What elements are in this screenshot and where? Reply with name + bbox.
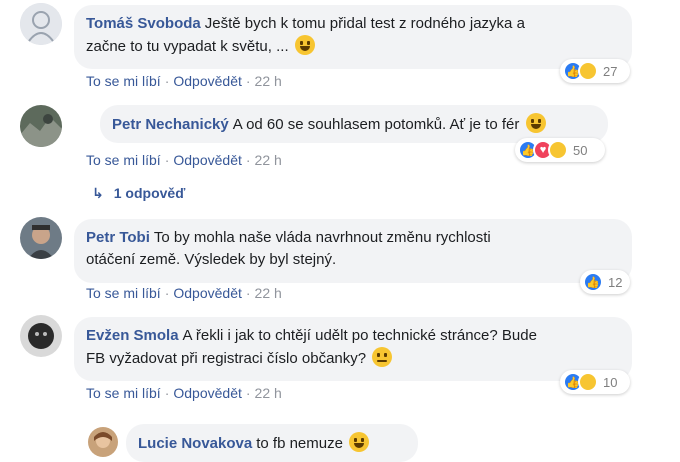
comment-text: A od 60 se souhlasem potomků. Ať je to f… [232,116,520,133]
separator-dot: · [245,73,251,89]
laughing-emoji-icon [349,432,370,452]
separator-dot: · [164,385,170,401]
reply-arrow-icon: ↳ [92,185,104,201]
view-replies-link[interactable]: ↳ 1 odpověď [92,185,185,202]
comment-petr-tobi: Petr Tobi To by mohla naše vláda navrhnou… [0,212,680,307]
reaction-summary[interactable]: 👍 ♥ 50 [515,138,605,162]
comment-text: FB vyžadovat při registraci číslo občank… [86,350,367,367]
comment-actions: To se mi líbí · Odpovědět · 22 h [86,385,282,401]
reply-link[interactable]: Odpovědět [173,285,242,301]
comment-text: to fb nemuze [256,435,343,452]
reaction-summary[interactable]: 👍 12 [580,270,630,294]
separator-dot: · [245,152,251,168]
reaction-summary[interactable]: 👍 10 [560,370,630,394]
separator-dot: · [164,285,170,301]
comment-tomas-svoboda: Tomáš Svoboda Ještě bych k tomu přidal te… [0,0,680,90]
haha-reaction-icon [578,61,598,81]
comment-text: začne to tu vypadat k světu, ... [86,38,289,55]
reply-link[interactable]: Odpovědět [173,73,242,89]
reaction-count: 10 [603,374,618,390]
comment-actions: To se mi líbí · Odpovědět · 22 h [86,152,282,168]
comment-text: A řekli i jak to chtějí udělt po technic… [182,327,537,344]
comment-bubble: Evžen Smola A řekli i jak to chtějí udělt… [74,317,632,381]
timestamp[interactable]: 22 h [255,385,282,401]
thinking-emoji-icon [372,347,393,367]
grinning-emoji-icon [525,113,546,133]
like-reaction-icon: 👍 [583,272,603,292]
like-link[interactable]: To se mi líbí [86,152,161,168]
like-link[interactable]: To se mi líbí [86,385,161,401]
author-name[interactable]: Lucie Novakova [138,435,252,452]
reaction-count: 12 [608,274,623,290]
separator-dot: · [164,73,170,89]
timestamp[interactable]: 22 h [255,285,282,301]
separator-dot: · [164,152,170,168]
author-name[interactable]: Evžen Smola [86,327,179,344]
separator-dot: · [245,285,251,301]
reply-link[interactable]: Odpovědět [173,152,242,168]
avatar[interactable] [20,105,62,147]
comment-text: To by mohla naše vláda navrhnout změnu r… [153,229,491,246]
comment-bubble: Tomáš Svoboda Ještě bych k tomu přidal te… [74,5,632,69]
author-name[interactable]: Petr Nechanický [112,116,229,133]
comment-text: otáčení země. Výsledek by byl stejný. [86,251,337,268]
reply-link[interactable]: Odpovědět [173,385,242,401]
replies-count: 1 odpověď [113,185,186,201]
like-link[interactable]: To se mi líbí [86,73,161,89]
reaction-count: 50 [573,142,588,158]
laughing-emoji-icon [294,35,315,55]
author-name[interactable]: Tomáš Svoboda [86,15,201,32]
avatar[interactable] [88,427,118,457]
comment-actions: To se mi líbí · Odpovědět · 22 h [86,285,282,301]
comment-bubble: Lucie Novakova to fb nemuze [126,424,418,462]
comment-evzen-smola: Evžen Smola A řekli i jak to chtějí udělt… [0,310,680,405]
haha-reaction-icon [548,140,568,160]
comment-bubble: Petr Tobi To by mohla naše vláda navrhnou… [74,219,632,283]
avatar[interactable] [20,3,62,45]
avatar[interactable] [20,315,62,357]
avatar[interactable] [20,217,62,259]
comment-actions: To se mi líbí · Odpovědět · 22 h [86,73,282,89]
reaction-summary[interactable]: 👍 27 [560,59,630,83]
author-name[interactable]: Petr Tobi [86,229,150,246]
comment-text: Ještě bych k tomu přidal test z rodného … [204,15,525,32]
timestamp[interactable]: 22 h [255,152,282,168]
reaction-count: 27 [603,63,618,79]
haha-reaction-icon [578,372,598,392]
timestamp[interactable]: 22 h [255,73,282,89]
comment-lucie-novakova: Lucie Novakova to fb nemuze [0,420,680,462]
separator-dot: · [245,385,251,401]
like-link[interactable]: To se mi líbí [86,285,161,301]
